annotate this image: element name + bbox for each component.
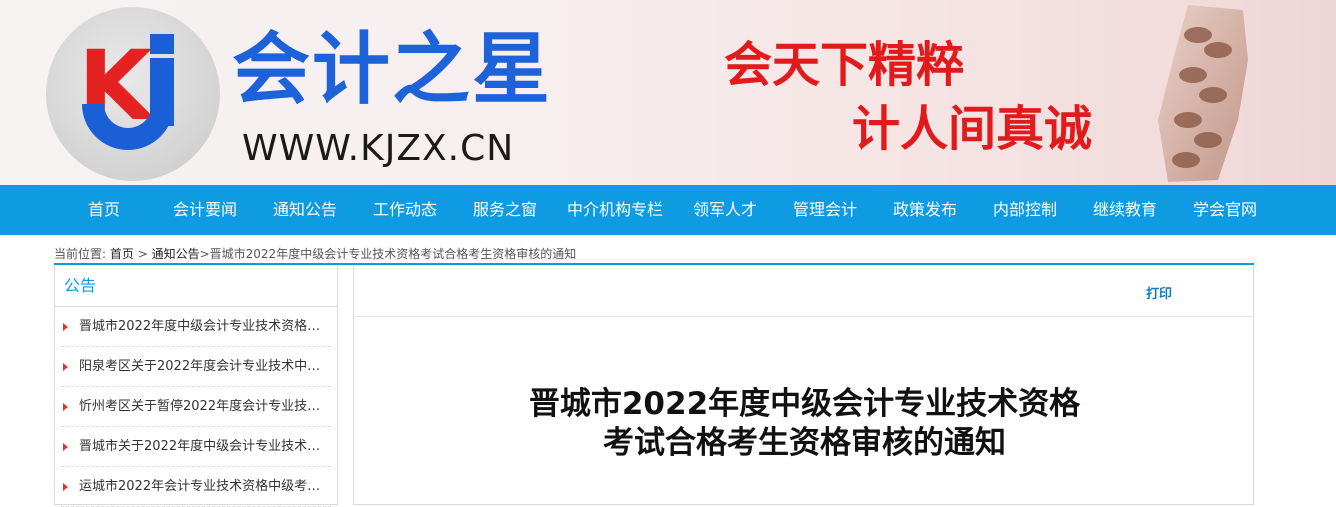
list-item[interactable]: 运城市2022年会计专业技术资格中级考试... (61, 467, 331, 507)
list-item-label: 阳泉考区关于2022年度会计专业技术中级... (79, 359, 331, 374)
nav-item-talent[interactable]: 领军人才 (686, 185, 764, 235)
list-item[interactable]: 晋城市2022年度中级会计专业技术资格考... (61, 307, 331, 347)
list-item[interactable]: 忻州考区关于暂停2022年度会计专业技术... (61, 387, 331, 427)
breadcrumb-separator: > (199, 247, 210, 261)
breadcrumb-section-link[interactable]: 通知公告 (152, 247, 200, 261)
breadcrumb: 当前位置: 首页 > 通知公告>晋城市2022年度中级会计专业技术资格考试合格考… (54, 243, 1254, 265)
bullet-arrow-icon (63, 403, 68, 411)
main-nav: 首页 会计要闻 通知公告 工作动态 服务之窗 中介机构专栏 领军人才 管理会计 … (0, 185, 1336, 235)
nav-item-management[interactable]: 管理会计 (786, 185, 864, 235)
article-title-line-1: 晋城市2022年度中级会计专业技术资格 (528, 386, 1081, 422)
slogan-line-1: 会天下精粹 (724, 37, 965, 93)
abacus-icon (1158, 5, 1248, 182)
nav-item-education[interactable]: 继续教育 (1086, 185, 1164, 235)
site-url: WWW.KJZX.CN (242, 128, 515, 169)
nav-item-service[interactable]: 服务之窗 (466, 185, 544, 235)
nav-item-news[interactable]: 会计要闻 (166, 185, 244, 235)
article-title-line-2: 考试合格考生资格审核的通知 (603, 425, 1006, 461)
nav-item-internal-control[interactable]: 内部控制 (986, 185, 1064, 235)
nav-item-notices[interactable]: 通知公告 (266, 185, 344, 235)
breadcrumb-prefix: 当前位置: (54, 247, 107, 261)
nav-item-home[interactable]: 首页 (72, 185, 136, 235)
site-name: 会计之星 (232, 25, 553, 115)
list-item-label: 运城市2022年会计专业技术资格中级考试... (79, 479, 331, 494)
slogan-line-2: 计人间真诚 (852, 101, 1093, 157)
article-panel: 打印 晋城市2022年度中级会计专业技术资格 考试合格考生资格审核的通知 (353, 265, 1254, 505)
sidebar-title: 公告 (55, 265, 337, 307)
nav-item-agencies[interactable]: 中介机构专栏 (560, 185, 670, 235)
nav-item-society[interactable]: 学会官网 (1186, 185, 1264, 235)
list-item-label: 晋城市关于2022年度中级会计专业技术资... (79, 439, 331, 454)
nav-item-work[interactable]: 工作动态 (366, 185, 444, 235)
article-toolbar: 打印 (354, 265, 1253, 317)
breadcrumb-current: 晋城市2022年度中级会计专业技术资格考试合格考生资格审核的通知 (209, 247, 577, 261)
list-item[interactable]: 阳泉考区关于2022年度会计专业技术中级... (61, 347, 331, 387)
header-banner: K 会计之星 WWW.KJZX.CN 会天下精粹 计人间真诚 (0, 0, 1336, 185)
sidebar-announcements: 公告 晋城市2022年度中级会计专业技术资格考... 阳泉考区关于2022年度会… (54, 265, 338, 507)
list-item-label: 忻州考区关于暂停2022年度会计专业技术... (79, 399, 331, 414)
bullet-arrow-icon (63, 483, 68, 491)
breadcrumb-separator: > (133, 247, 152, 261)
list-item-label: 晋城市2022年度中级会计专业技术资格考... (79, 319, 331, 334)
logo-j-dot (150, 34, 174, 54)
print-link[interactable]: 打印 (1146, 283, 1172, 302)
nav-item-policy[interactable]: 政策发布 (886, 185, 964, 235)
article-title: 晋城市2022年度中级会计专业技术资格 考试合格考生资格审核的通知 (354, 385, 1255, 463)
bullet-arrow-icon (63, 363, 68, 371)
bullet-arrow-icon (63, 323, 68, 331)
bullet-arrow-icon (63, 443, 68, 451)
list-item[interactable]: 晋城市关于2022年度中级会计专业技术资... (61, 427, 331, 467)
breadcrumb-home-link[interactable]: 首页 (110, 247, 134, 261)
